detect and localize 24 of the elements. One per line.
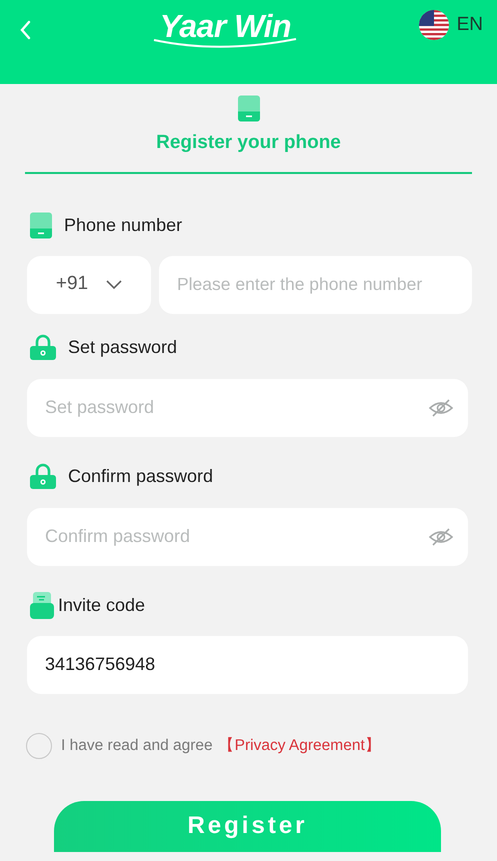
flag-icon xyxy=(418,10,449,40)
field-label: Set password xyxy=(68,336,178,359)
field-label: Phone number xyxy=(64,214,182,236)
phone-icon xyxy=(238,95,260,122)
invite-icon xyxy=(30,592,54,618)
hide-password-icon[interactable] xyxy=(428,398,454,418)
phone-input[interactable]: Please enter the phone number xyxy=(159,256,472,314)
country-code-select[interactable]: +91 xyxy=(27,256,151,314)
field-label: Confirm password xyxy=(68,464,214,488)
language-selector[interactable]: EN xyxy=(418,10,483,40)
agreement-text: I have read and agree xyxy=(61,736,213,756)
password-input[interactable]: Confirm password xyxy=(27,508,468,566)
lock-icon xyxy=(30,334,56,360)
invite-code-input[interactable]: 34136756948 xyxy=(27,636,468,694)
lock-icon xyxy=(30,463,56,489)
hide-password-icon[interactable] xyxy=(428,526,454,546)
password-input[interactable]: Set password xyxy=(27,378,468,436)
phone-icon xyxy=(30,212,52,238)
privacy-link[interactable]: 【Privacy Agreement】 xyxy=(218,734,381,758)
caret-icon xyxy=(106,280,122,290)
agree-checkbox[interactable] xyxy=(26,732,52,758)
field-label: Invite code xyxy=(58,594,146,616)
back-button[interactable] xyxy=(18,18,32,42)
logo: Yaar Win xyxy=(160,10,292,42)
